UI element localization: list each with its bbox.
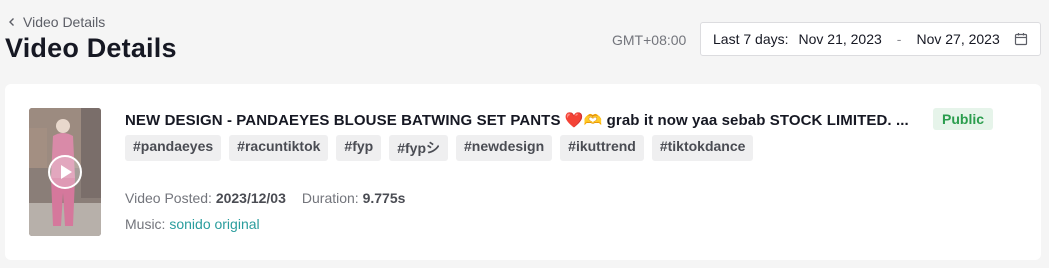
calendar-icon[interactable] xyxy=(1014,32,1028,46)
start-date[interactable]: Nov 21, 2023 xyxy=(799,31,882,47)
posted-value: 2023/12/03 xyxy=(215,190,286,206)
end-date[interactable]: Nov 27, 2023 xyxy=(916,31,999,47)
hashtag[interactable]: #fypシ xyxy=(389,135,449,161)
chevron-left-icon xyxy=(9,18,14,26)
hashtag[interactable]: #pandaeyes xyxy=(125,135,222,161)
visibility-badge: Public xyxy=(933,108,994,130)
posted-label: Video Posted: xyxy=(125,190,212,206)
breadcrumb-label: Video Details xyxy=(23,14,106,30)
play-icon[interactable] xyxy=(47,154,83,190)
video-title: NEW DESIGN - PANDAEYES BLOUSE BATWING SE… xyxy=(125,112,909,129)
page-title: Video Details xyxy=(5,33,177,63)
music-link[interactable]: sonido original xyxy=(169,216,259,232)
breadcrumb[interactable]: Video Details xyxy=(7,14,105,30)
date-range-picker[interactable]: Last 7 days: Nov 21, 2023 - Nov 27, 2023 xyxy=(700,22,1041,56)
duration-label: Duration: xyxy=(301,190,359,206)
music-label: Music: xyxy=(125,216,166,232)
hashtag[interactable]: #newdesign xyxy=(456,135,553,161)
hashtag[interactable]: #ikuttrend xyxy=(560,135,644,161)
date-preset-label: Last 7 days: xyxy=(713,31,789,47)
date-separator: - xyxy=(896,31,902,47)
hashtag-list: #pandaeyes #racuntiktok #fyp #fypシ #newd… xyxy=(125,135,754,161)
video-card: NEW DESIGN - PANDAEYES BLOUSE BATWING SE… xyxy=(5,84,1041,260)
hashtag[interactable]: #tiktokdance xyxy=(651,135,754,161)
music-info: Music: sonido original xyxy=(125,216,260,232)
posted-info: Video Posted: 2023/12/03 xyxy=(125,190,286,206)
hashtag[interactable]: #fyp xyxy=(336,135,382,161)
video-meta: Video Posted: 2023/12/03 Duration: 9.775… xyxy=(125,190,405,206)
hashtag[interactable]: #racuntiktok xyxy=(229,135,329,161)
video-thumbnail[interactable] xyxy=(29,108,101,236)
duration-info: Duration: 9.775s xyxy=(302,190,406,206)
timezone-label: GMT+08:00 xyxy=(612,32,687,48)
duration-value: 9.775s xyxy=(362,190,406,206)
